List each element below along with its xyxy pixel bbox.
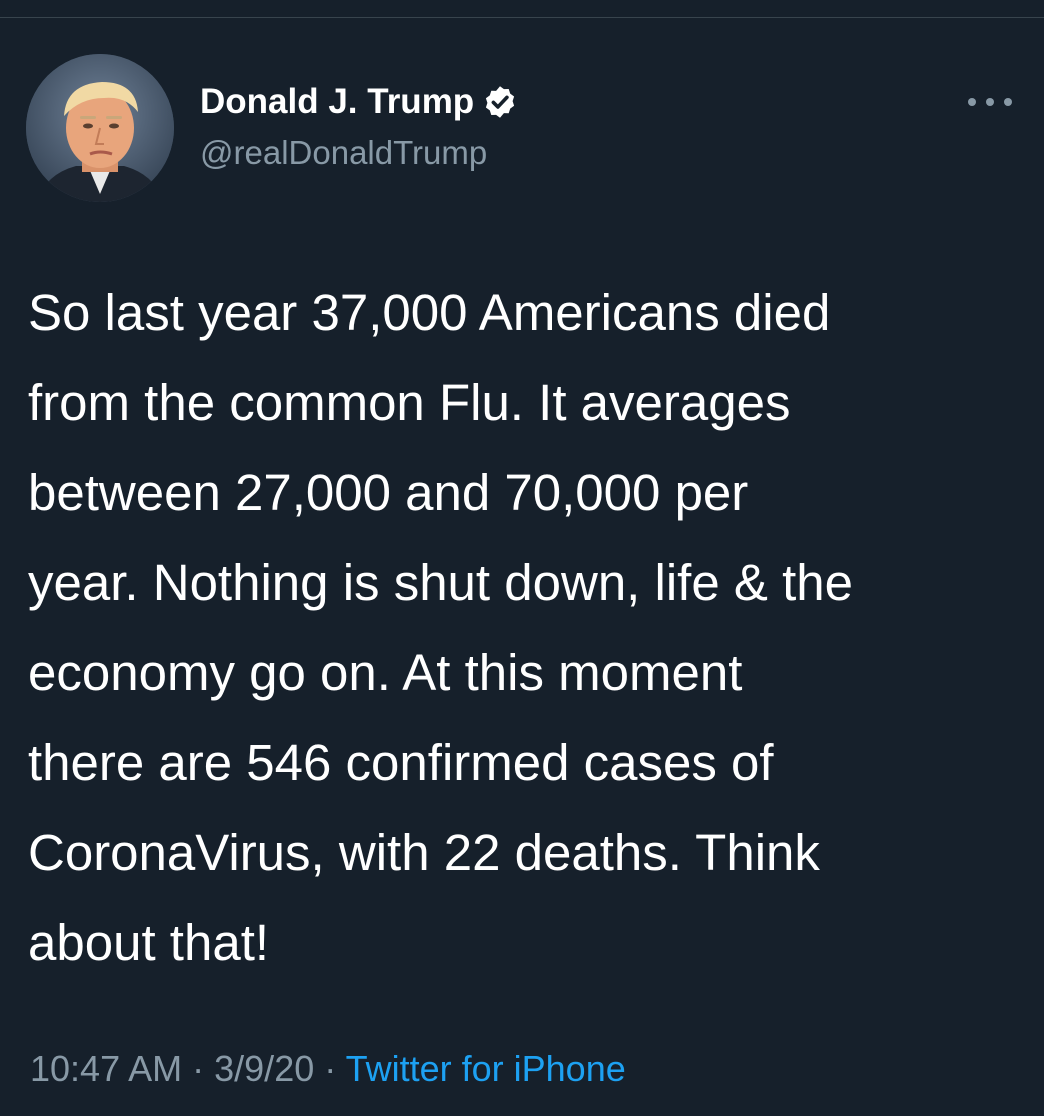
meta-separator: · <box>192 1048 205 1089</box>
author-handle[interactable]: @realDonaldTrump <box>200 134 518 172</box>
tweet-author[interactable]: Donald J. Trump @realDonaldTrump <box>200 80 518 172</box>
more-dot <box>968 98 976 106</box>
more-dot <box>1004 98 1012 106</box>
top-divider <box>0 17 1044 18</box>
tweet-text-line: economy go on. At this moment <box>28 644 743 701</box>
tweet-text-line: year. Nothing is shut down, life & the <box>28 554 853 611</box>
tweet-date[interactable]: 3/9/20 <box>214 1048 314 1089</box>
more-dot <box>986 98 994 106</box>
verified-badge-icon <box>482 84 518 120</box>
more-horizontal-icon[interactable] <box>968 90 1012 114</box>
tweet-text-line: CoronaVirus, with 22 deaths. Think <box>28 824 820 881</box>
tweet-text-line: between 27,000 and 70,000 per <box>28 464 749 521</box>
tweet-source-link[interactable]: Twitter for iPhone <box>346 1048 626 1089</box>
author-name-row: Donald J. Trump <box>200 80 518 124</box>
tweet-text-line: there are 546 confirmed cases of <box>28 734 774 791</box>
profile-photo-icon <box>26 54 174 202</box>
author-display-name[interactable]: Donald J. Trump <box>200 82 474 122</box>
tweet-text-line: about that! <box>28 914 270 971</box>
meta-separator: · <box>324 1048 337 1089</box>
tweet-text-line: So last year 37,000 Americans died <box>28 284 831 341</box>
tweet-time[interactable]: 10:47 AM <box>30 1048 182 1089</box>
avatar[interactable] <box>26 54 174 202</box>
tweet-meta: 10:47 AM · 3/9/20 · Twitter for iPhone <box>30 1048 626 1090</box>
tweet-text: So last year 37,000 Americans died from … <box>28 268 1018 988</box>
tweet-text-line: from the common Flu. It averages <box>28 374 791 431</box>
